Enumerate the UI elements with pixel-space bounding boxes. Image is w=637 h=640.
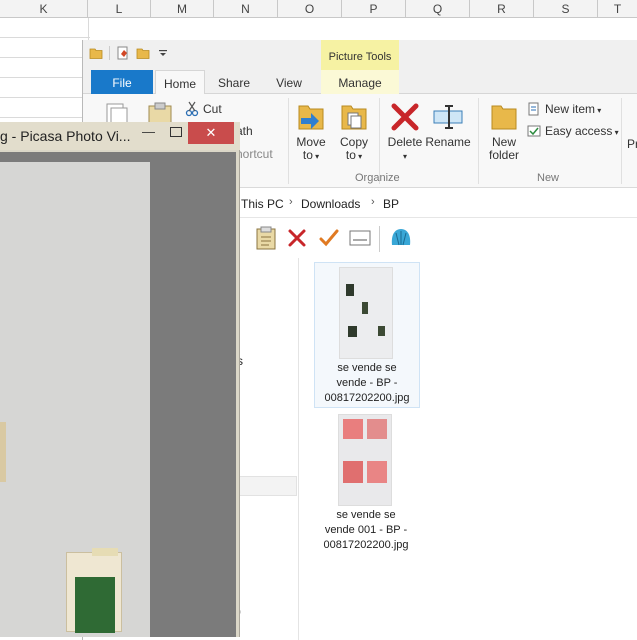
properties-icon[interactable] <box>116 46 130 60</box>
customize-dropdown-icon[interactable] <box>156 46 170 60</box>
group-divider <box>288 98 289 184</box>
file-name-line: 00817202200.jpg <box>324 392 410 404</box>
column-header-o[interactable]: O <box>278 0 342 18</box>
paste-shortcut-button[interactable]: hortcut <box>236 148 273 161</box>
clipboard-icon[interactable] <box>255 226 277 250</box>
toolbar-divider <box>109 46 110 60</box>
chevron-right-icon[interactable]: › <box>371 196 375 208</box>
column-header-l[interactable]: L <box>88 0 151 18</box>
photo-detail <box>0 422 6 482</box>
move-to-button[interactable]: Move to ▾ <box>295 100 327 163</box>
group-divider <box>478 98 479 184</box>
new-folder-label: New <box>491 135 516 149</box>
move-to-label-2: to <box>302 148 313 162</box>
picture-tools-label: Picture Tools <box>321 40 399 70</box>
file-name-line: vende 001 - BP - <box>324 524 408 536</box>
picasa-window-title: g - Picasa Photo Vi... <box>0 128 131 144</box>
file-thumbnail <box>338 414 392 506</box>
column-header-k[interactable]: K <box>0 0 88 18</box>
column-header-s[interactable]: S <box>534 0 598 18</box>
breadcrumb-this-pc[interactable]: This PC <box>241 197 284 211</box>
new-folder-icon[interactable] <box>136 46 150 60</box>
file-name-line: 00817202200.jpg <box>323 539 409 551</box>
file-item-selected[interactable]: se vende se vende - BP - 00817202200.jpg <box>314 262 420 408</box>
easy-access-label: Easy access <box>545 124 613 138</box>
checkmark-icon[interactable] <box>319 228 339 248</box>
toolbar-divider <box>379 226 380 252</box>
rename-button[interactable]: Rename <box>425 100 471 149</box>
column-header-p[interactable]: P <box>342 0 406 18</box>
ribbon-tab-bar: File Home Share View Manage <box>83 70 637 95</box>
delete-icon <box>391 103 419 131</box>
picasa-shell-icon[interactable] <box>389 226 413 250</box>
grid-line <box>88 18 89 40</box>
group-divider <box>621 98 622 184</box>
tab-view[interactable]: View <box>265 70 313 94</box>
new-item-button[interactable]: New item ▾ <box>545 103 601 117</box>
file-name: se vende se vende 001 - BP - 00817202200… <box>314 508 418 553</box>
copy-to-folder-icon <box>341 105 367 130</box>
folder-icon[interactable] <box>89 46 103 60</box>
copy-to-button[interactable]: Copy to ▾ <box>337 100 371 163</box>
new-folder-label-2: folder <box>488 148 520 162</box>
file-thumbnail <box>339 267 393 359</box>
cut-icon[interactable] <box>185 101 199 117</box>
group-label-organize: Organize <box>355 172 400 184</box>
grid-row[interactable] <box>0 18 90 38</box>
move-to-folder-icon <box>298 105 324 130</box>
grid-row[interactable] <box>0 58 90 78</box>
file-item[interactable]: se vende se vende 001 - BP - 00817202200… <box>314 412 420 558</box>
breadcrumb-downloads[interactable]: Downloads <box>301 197 360 211</box>
new-item-label: New item <box>545 102 596 116</box>
maximize-button[interactable] <box>170 127 182 137</box>
rename-label: Rename <box>425 135 471 149</box>
column-header-t[interactable]: T <box>598 0 637 18</box>
group-label-new: New <box>537 172 560 184</box>
picasa-viewer-area <box>0 152 236 637</box>
reject-icon[interactable] <box>287 228 307 248</box>
picasa-title-bar[interactable]: g - Picasa Photo Vi... — ✕ <box>0 122 240 150</box>
file-name-line: se vende se <box>336 509 396 521</box>
tab-share[interactable]: Share <box>211 70 257 94</box>
delete-button[interactable]: Delete ▾ <box>385 100 425 163</box>
breadcrumb-bp[interactable]: BP <box>383 197 399 211</box>
chevron-right-icon[interactable]: › <box>289 196 293 208</box>
properties-button[interactable]: Pr <box>627 138 637 151</box>
tab-home[interactable]: Home <box>155 70 205 95</box>
file-name: se vende se vende - BP - 00817202200.jpg <box>315 361 419 406</box>
new-folder-large-icon <box>491 105 517 130</box>
grid-row[interactable] <box>0 78 90 98</box>
quick-access-toolbar <box>89 46 170 60</box>
delete-label: Delete <box>387 135 423 149</box>
grid-row[interactable] <box>0 38 90 58</box>
new-folder-button[interactable]: New folder <box>483 100 525 162</box>
caption-icon[interactable] <box>349 228 371 248</box>
photo-image <box>0 162 150 637</box>
column-header-q[interactable]: Q <box>406 0 470 18</box>
close-button[interactable]: ✕ <box>188 122 234 144</box>
file-name-line: vende - BP - <box>336 377 398 389</box>
column-header-m[interactable]: M <box>151 0 214 18</box>
easy-access-button[interactable]: Easy access ▾ <box>545 125 619 139</box>
move-to-label: Move <box>296 135 326 149</box>
photo-detail <box>66 552 122 633</box>
tab-file[interactable]: File <box>91 70 153 94</box>
file-name-line: se vende se <box>337 362 397 374</box>
copy-to-label: Copy <box>339 135 368 149</box>
copy-to-label-2: to <box>345 148 356 162</box>
tab-manage[interactable]: Manage <box>321 70 399 94</box>
cut-button[interactable]: Cut <box>203 103 222 116</box>
easy-access-icon[interactable] <box>527 124 541 138</box>
grid-row[interactable] <box>0 98 90 118</box>
photo-detail <box>92 548 118 556</box>
new-item-icon[interactable] <box>527 102 541 116</box>
column-header-n[interactable]: N <box>214 0 278 18</box>
nav-selected-item[interactable] <box>237 476 297 496</box>
explorer-title-bar: Picture Tools <box>83 40 637 70</box>
rename-icon <box>433 105 463 129</box>
column-header-r[interactable]: R <box>470 0 534 18</box>
column-header-row: K L M N O P Q R S T <box>0 0 637 18</box>
minimize-button[interactable]: — <box>142 124 155 139</box>
picasa-photo-viewer-window: g - Picasa Photo Vi... — ✕ <box>0 122 240 637</box>
